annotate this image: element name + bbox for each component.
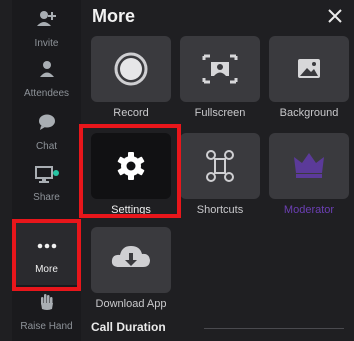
moderator-tile[interactable] xyxy=(269,133,349,199)
call-duration-title: Call Duration xyxy=(91,320,166,334)
sidebar-item-raise-hand[interactable]: Raise Hand xyxy=(12,293,81,337)
record-tile[interactable] xyxy=(91,36,171,102)
screen-share-icon xyxy=(34,166,59,183)
sidebar-item-label: Attendees xyxy=(23,88,70,99)
sidebar-item-label: Raise Hand xyxy=(20,321,73,332)
person-icon xyxy=(39,61,54,77)
record-label: Record xyxy=(113,107,149,119)
close-button[interactable] xyxy=(326,8,344,26)
background-tile[interactable] xyxy=(269,36,349,102)
share-status-dot xyxy=(52,170,59,176)
panel-title: More xyxy=(92,6,136,26)
download-app-label: Download App xyxy=(95,298,167,310)
raise-hand-icon xyxy=(40,294,53,310)
cloud-download-icon xyxy=(111,246,150,267)
fullscreen-label: Fullscreen xyxy=(194,107,246,119)
command-key-icon xyxy=(206,150,234,182)
sidebar-item-label: Share xyxy=(33,192,60,203)
image-icon xyxy=(298,59,320,78)
app-window: Invite Attendees Chat Share More Raise H… xyxy=(0,0,354,341)
close-icon xyxy=(328,9,342,23)
download-app-tile[interactable] xyxy=(91,227,171,293)
record-icon xyxy=(114,52,148,86)
shortcuts-tile[interactable] xyxy=(180,133,260,199)
highlight-box-more xyxy=(12,219,81,291)
sidebar-item-share[interactable]: Share xyxy=(12,166,81,210)
shortcuts-label: Shortcuts xyxy=(196,204,244,216)
sidebar-item-label: Invite xyxy=(34,38,59,49)
sidebar-item-attendees[interactable]: Attendees xyxy=(12,60,81,104)
background-label: Background xyxy=(279,107,339,119)
crown-icon xyxy=(294,153,324,178)
section-divider xyxy=(204,328,344,329)
fullscreen-tile[interactable] xyxy=(180,36,260,102)
fullscreen-icon xyxy=(202,54,238,84)
sidebar-item-invite[interactable]: Invite xyxy=(12,10,81,54)
sidebar-item-label: Chat xyxy=(35,141,58,152)
moderator-label: Moderator xyxy=(283,204,335,216)
sidebar-item-chat[interactable]: Chat xyxy=(12,113,81,157)
add-user-icon xyxy=(36,11,56,26)
chat-bubble-icon xyxy=(38,114,55,130)
highlight-box-settings xyxy=(79,124,181,218)
